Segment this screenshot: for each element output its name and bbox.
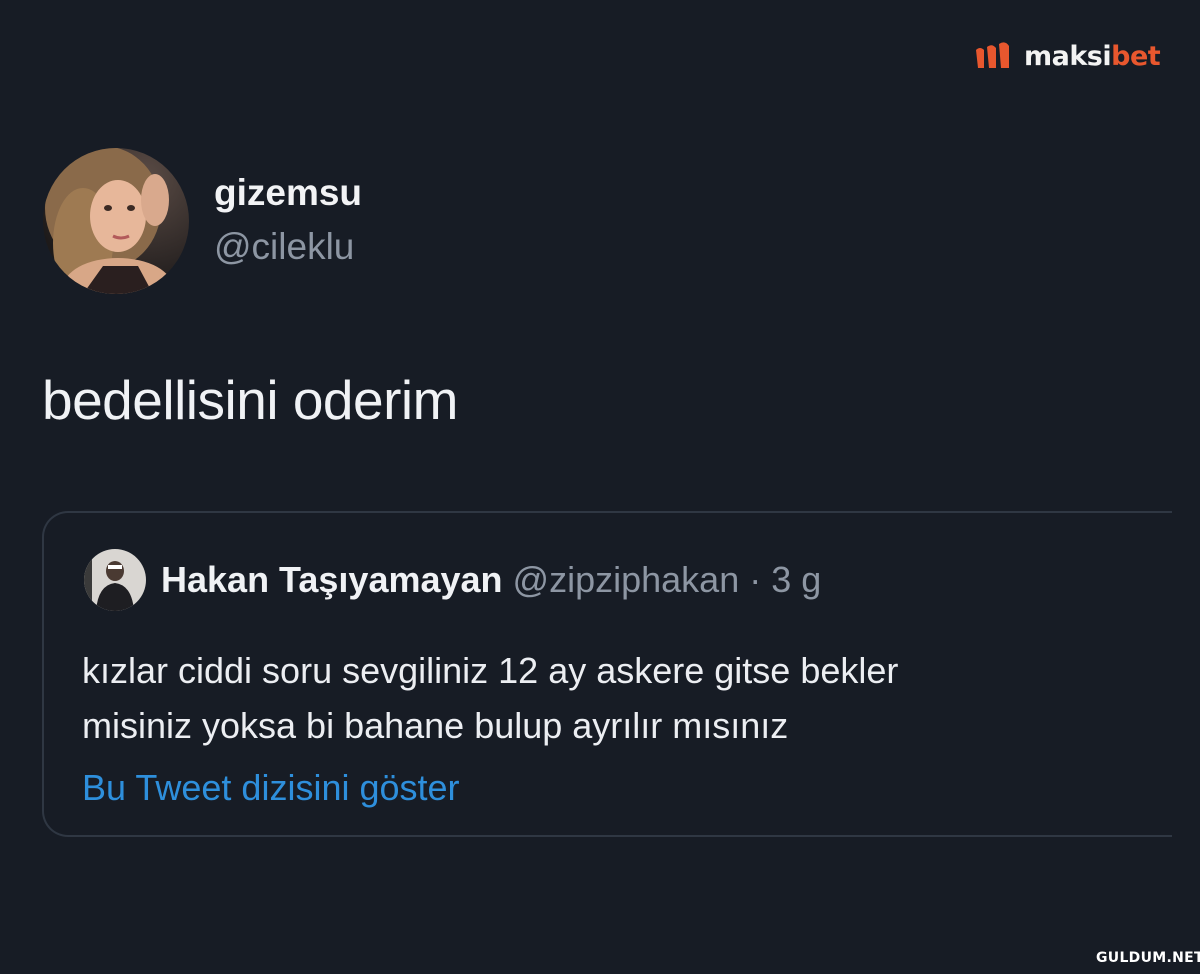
quoted-tweet-text: kızlar ciddi soru sevgiliniz 12 ay asker… [82,643,1142,753]
author-handle[interactable]: @cileklu [214,226,354,268]
quoted-author-avatar[interactable] [84,549,146,611]
tweet-text: bedellisini oderim [42,369,458,431]
maksibet-wordmark: maksibet [1024,40,1161,72]
quoted-tweet-time[interactable]: 3 g [771,559,821,600]
author-name[interactable]: gizemsu [214,172,362,214]
quoted-tweet-header: Hakan Taşıyamayan @zipziphakan · 3 g [161,559,821,601]
quoted-tweet-line: misiniz yoksa bi bahane bulup ayrılır mı… [82,705,789,746]
quoted-author-handle[interactable]: @zipziphakan [513,559,740,600]
site-watermark: GULDUM.NET [1096,950,1200,966]
tweet-screenshot: maksibet gizemsu @cileklu bedellisini od… [0,0,1200,974]
quoted-tweet-line: kızlar ciddi soru sevgiliniz 12 ay asker… [82,650,899,691]
quoted-author-name[interactable]: Hakan Taşıyamayan [161,559,503,600]
show-thread-link[interactable]: Bu Tweet dizisini göster [82,767,460,809]
author-avatar[interactable] [43,148,189,294]
quoted-tweet-card[interactable]: Hakan Taşıyamayan @zipziphakan · 3 g kız… [42,511,1172,837]
maksibet-logo-icon [976,42,1009,68]
header-separator: · [739,559,772,600]
maksibet-watermark: maksibet [974,40,1161,72]
